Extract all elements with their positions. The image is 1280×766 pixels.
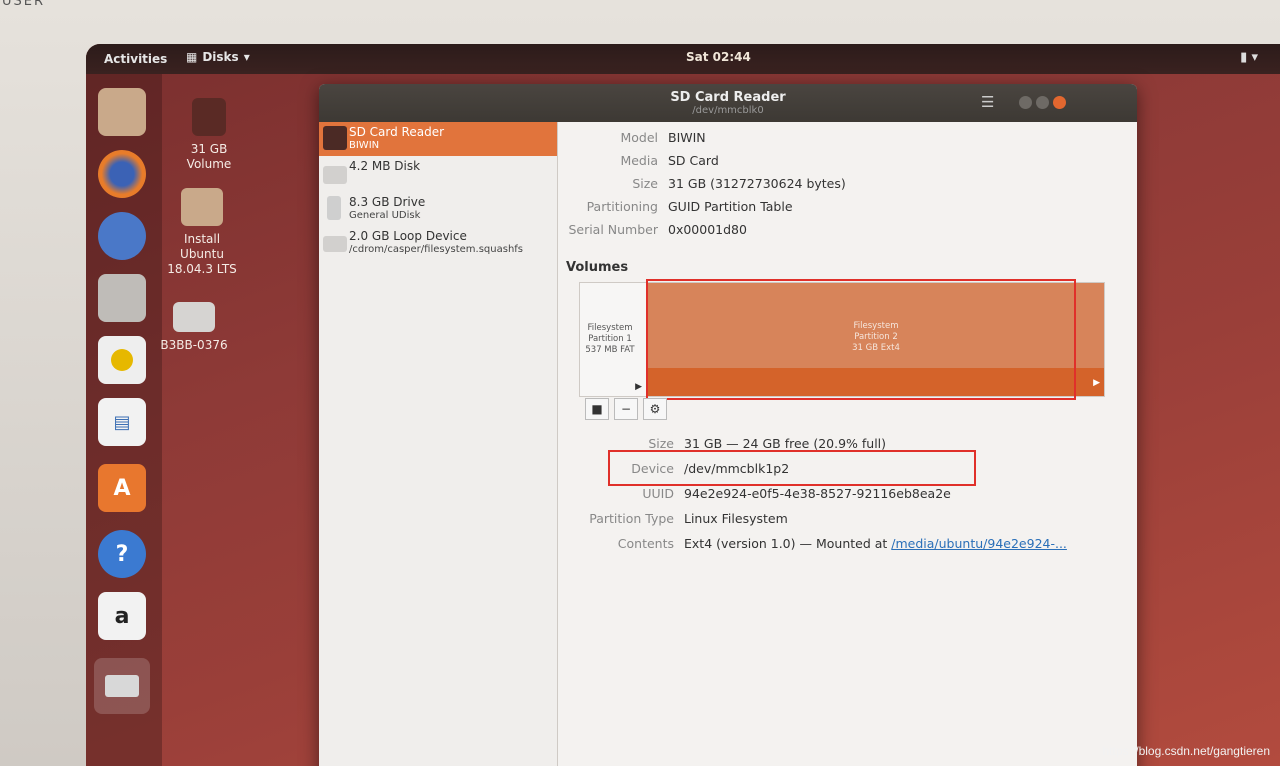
sd-card-icon [323, 126, 347, 150]
size-label: Size [632, 176, 658, 191]
device-item-4mb-disk[interactable]: 4.2 MB Disk [319, 156, 557, 190]
window-subtitle: /dev/mmcblk0 [692, 105, 764, 116]
desktop-icon-label: B3BB-0376 [160, 338, 228, 352]
device-name: 4.2 MB Disk [349, 159, 421, 173]
app-menu-label: Disks [202, 50, 239, 64]
hamburger-menu-icon[interactable]: ☰ [981, 93, 994, 111]
thunderbird-icon[interactable] [98, 212, 146, 260]
top-bar: Activities ▦ Disks ▾ Sat 02:44 ▮ ▾ [86, 44, 1280, 74]
maximize-button[interactable] [1036, 96, 1049, 109]
desktop-volume-icon[interactable]: 31 GB Volume [159, 98, 259, 172]
system-menu[interactable]: ▮ ▾ [1240, 50, 1258, 65]
device-item-sd-card-reader[interactable]: SD Card Reader BIWIN [319, 122, 557, 156]
desktop-screen: Activities ▦ Disks ▾ Sat 02:44 ▮ ▾ ▤ A ?… [86, 44, 1280, 766]
delete-partition-button[interactable]: − [614, 398, 638, 420]
contents-value: Ext4 (version 1.0) — Mounted at /media/u… [684, 536, 1067, 551]
disks-window: SD Card Reader /dev/mmcblk0 ☰ SD Card Re… [319, 84, 1137, 766]
play-icon: ▶ [1093, 378, 1100, 388]
window-title: SD Card Reader [670, 90, 786, 105]
device-name: 8.3 GB Drive [349, 195, 426, 209]
desktop-drive-icon[interactable]: B3BB-0376 [144, 302, 244, 353]
media-value: SD Card [668, 153, 719, 168]
partitioning-label: Partitioning [586, 199, 658, 214]
media-label: Media [620, 153, 658, 168]
partition-type-label: Partition Type [589, 511, 674, 526]
play-icon: ▶ [635, 382, 642, 392]
chevron-down-icon: ▾ [1251, 50, 1258, 65]
rhythmbox-icon[interactable] [98, 336, 146, 384]
desktop-icon-label: Install [183, 232, 221, 246]
partition-1-name: Partition 1 [588, 334, 632, 344]
partitioning-value: GUID Partition Table [668, 199, 793, 214]
disks-icon: ▦ [186, 50, 198, 64]
dock: ▤ A ? a [86, 74, 162, 766]
help-icon[interactable]: ? [98, 530, 146, 578]
uuid-value: 94e2e924-e0f5-4e38-8527-92116eb8ea2e [684, 486, 951, 501]
desktop-icon-label: 31 GB [190, 142, 228, 156]
unmount-button[interactable]: ■ [585, 398, 609, 420]
settings-gears-icon[interactable]: ⚙ [643, 398, 667, 420]
disk-icon [323, 236, 347, 252]
installer-icon[interactable] [98, 88, 146, 136]
drive-details: Model BIWIN Media SD Card Size 31 GB (31… [558, 122, 1137, 766]
size-value: 31 GB (31272730624 bytes) [668, 176, 846, 191]
watermark: https://blog.csdn.net/gangtieren [1102, 744, 1270, 758]
desktop-icon-label: 18.04.3 LTS [167, 262, 237, 276]
files-icon[interactable] [98, 274, 146, 322]
chevron-down-icon: ▾ [243, 50, 250, 64]
device-item-8gb-drive[interactable]: 8.3 GB Drive General UDisk [319, 192, 557, 226]
clock[interactable]: Sat 02:44 [686, 50, 751, 64]
model-value: BIWIN [668, 130, 706, 145]
model-label: Model [620, 130, 658, 145]
disks-dock-icon[interactable] [94, 658, 150, 714]
firefox-icon[interactable] [98, 150, 146, 198]
device-name: SD Card Reader [349, 125, 445, 139]
device-sub: BIWIN [349, 140, 380, 151]
device-item-loop-device[interactable]: 2.0 GB Loop Device /cdrom/casper/filesys… [319, 226, 557, 260]
close-button[interactable] [1053, 96, 1066, 109]
vol-size-value: 31 GB — 24 GB free (20.9% full) [684, 436, 887, 451]
serial-label: Serial Number [568, 222, 658, 237]
partition-type-value: Linux Filesystem [684, 511, 788, 526]
minimize-button[interactable] [1019, 96, 1032, 109]
serial-value: 0x00001d80 [668, 222, 747, 237]
vol-size-label: Size [648, 436, 674, 451]
partition-1-block[interactable]: Filesystem Partition 1 537 MB FAT ▶ [580, 283, 647, 396]
bezel-label: USER [2, 0, 46, 9]
device-list: SD Card Reader BIWIN 4.2 MB Disk 8.3 GB … [319, 122, 558, 766]
device-sub: /cdrom/casper/filesystem.squashfs [349, 244, 524, 255]
annotation-box-partition [646, 279, 1076, 400]
device-sub: General UDisk [349, 210, 421, 221]
partition-1-type: Filesystem [587, 323, 633, 333]
desktop-icon-label: Ubuntu [180, 247, 224, 261]
contents-label: Contents [617, 536, 674, 551]
mount-point-link[interactable]: /media/ubuntu/94e2e924-... [891, 536, 1067, 551]
writer-icon[interactable]: ▤ [98, 398, 146, 446]
volumes-heading: Volumes [566, 260, 629, 275]
battery-icon: ▮ [1240, 50, 1248, 65]
disk-icon [323, 166, 347, 184]
amazon-icon[interactable]: a [98, 592, 146, 640]
desktop-install-icon[interactable]: Install Ubuntu 18.04.3 LTS [152, 188, 252, 277]
app-menu[interactable]: ▦ Disks ▾ [186, 50, 250, 64]
annotation-box-device [608, 450, 976, 486]
software-icon[interactable]: A [98, 464, 146, 512]
activities-button[interactable]: Activities [104, 52, 167, 66]
contents-text: Ext4 (version 1.0) — Mounted at [684, 536, 888, 551]
usb-drive-icon [327, 196, 341, 220]
window-titlebar: SD Card Reader /dev/mmcblk0 ☰ [319, 84, 1137, 122]
device-name: 2.0 GB Loop Device [349, 229, 467, 243]
partition-1-size: 537 MB FAT [585, 345, 635, 355]
uuid-label: UUID [642, 486, 674, 501]
desktop-icon-label: Volume [186, 157, 232, 171]
